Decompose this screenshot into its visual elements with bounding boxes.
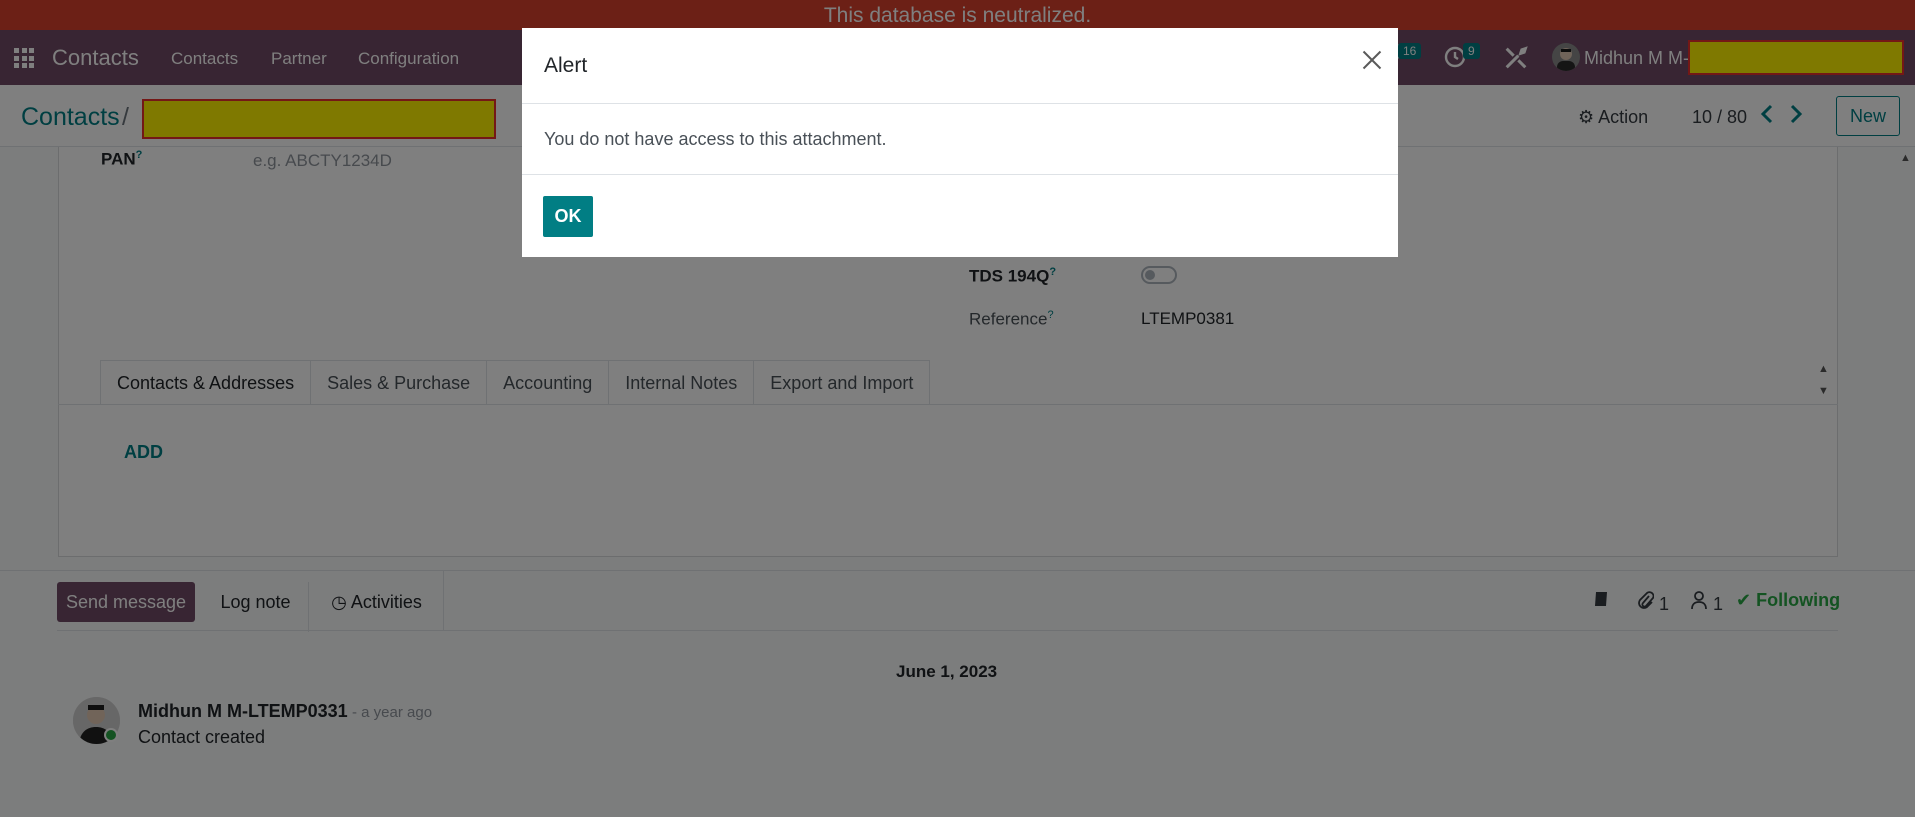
dialog-divider [522,103,1398,104]
close-icon[interactable] [1354,42,1390,78]
dialog-divider [522,174,1398,175]
alert-dialog: Alert You do not have access to this att… [522,28,1398,257]
ok-button[interactable]: OK [543,196,593,237]
dialog-title: Alert [544,54,588,77]
dialog-message: You do not have access to this attachmen… [544,129,887,149]
